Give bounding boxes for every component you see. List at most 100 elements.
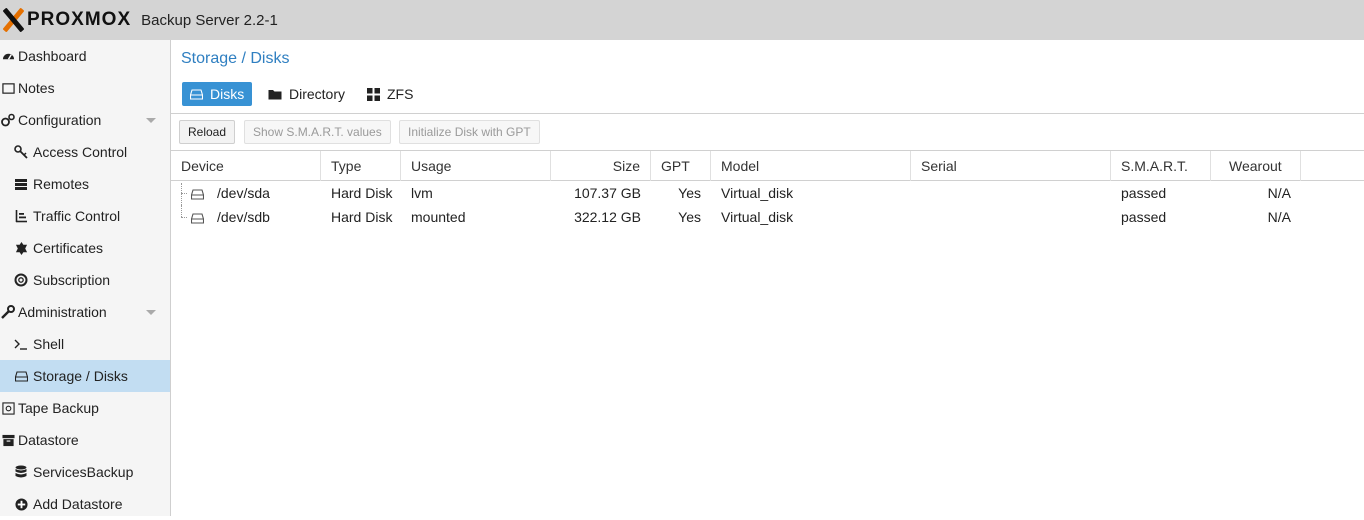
cell-device: /dev/sdb xyxy=(217,209,270,225)
tape-icon xyxy=(1,401,15,415)
tree-connector xyxy=(181,183,182,205)
table-row[interactable]: /dev/sdb Hard Disk mounted 322.12 GB Yes… xyxy=(171,205,1364,229)
tab-label: Directory xyxy=(289,86,346,102)
wrench-icon xyxy=(1,305,15,319)
sidebar-item-label: Shell xyxy=(33,336,65,352)
column-header-serial[interactable]: Serial xyxy=(911,151,1111,181)
sidebar: Dashboard Notes Configuration Access Con… xyxy=(0,40,171,516)
sidebar-item-label: Storage / Disks xyxy=(33,368,128,384)
column-header-wearout[interactable]: Wearout xyxy=(1211,151,1301,181)
chart-icon xyxy=(14,209,28,223)
app-header: PROXMOX Backup Server 2.2-1 xyxy=(0,0,1364,40)
sidebar-item-dashboard[interactable]: Dashboard xyxy=(0,40,170,72)
tab-disks[interactable]: Disks xyxy=(182,82,253,106)
tab-label: ZFS xyxy=(387,86,414,102)
column-header-model[interactable]: Model xyxy=(711,151,911,181)
column-header-usage[interactable]: Usage xyxy=(401,151,551,181)
sidebar-item-label: Configuration xyxy=(18,112,102,128)
cell-smart: passed xyxy=(1121,209,1167,225)
cell-model: Virtual_disk xyxy=(721,209,794,225)
cell-gpt: Yes xyxy=(678,185,701,201)
sidebar-item-notes[interactable]: Notes xyxy=(0,72,170,104)
sidebar-item-storage-disks[interactable]: Storage / Disks xyxy=(0,360,170,392)
column-header-gpt[interactable]: GPT xyxy=(651,151,711,181)
cell-usage: lvm xyxy=(411,185,433,201)
hdd-icon xyxy=(190,211,205,227)
sidebar-item-label: Datastore xyxy=(18,432,79,448)
sidebar-item-label: Dashboard xyxy=(18,48,87,64)
sidebar-item-certificates[interactable]: Certificates xyxy=(0,232,170,264)
chevron-down-icon[interactable] xyxy=(146,310,156,315)
sidebar-item-label: Remotes xyxy=(33,176,90,192)
sidebar-item-label: Notes xyxy=(18,80,55,96)
cell-wearout: N/A xyxy=(1267,185,1291,201)
proxmox-logo[interactable]: PROXMOX xyxy=(0,0,131,40)
column-header-device[interactable]: Device xyxy=(171,151,321,181)
key-icon xyxy=(14,145,28,159)
cell-smart: passed xyxy=(1121,185,1167,201)
sidebar-item-label: Certificates xyxy=(33,240,104,256)
cell-model: Virtual_disk xyxy=(721,185,794,201)
th-large-icon xyxy=(367,87,380,101)
sidebar-item-servicesbackup[interactable]: ServicesBackup xyxy=(0,456,170,488)
dashboard-icon xyxy=(1,49,15,63)
archive-icon xyxy=(1,433,15,447)
terminal-icon xyxy=(14,337,28,351)
tree-connector xyxy=(181,205,182,217)
initialize-disk-gpt-button[interactable]: Initialize Disk with GPT xyxy=(399,120,540,144)
reload-button[interactable]: Reload xyxy=(179,120,235,144)
folder-icon xyxy=(268,89,282,100)
sidebar-item-label: Traffic Control xyxy=(33,208,121,224)
cell-serial xyxy=(911,181,1111,205)
main-panel: Storage / Disks Disks Directory ZFS Relo… xyxy=(171,40,1364,516)
tab-directory[interactable]: Directory xyxy=(260,82,353,106)
column-header-size[interactable]: Size xyxy=(551,151,651,181)
database-icon xyxy=(14,465,28,479)
gears-icon xyxy=(1,113,15,127)
sidebar-item-shell[interactable]: Shell xyxy=(0,328,170,360)
plus-circle-icon xyxy=(14,497,28,511)
sidebar-item-label: Subscription xyxy=(33,272,111,288)
cell-serial xyxy=(911,205,1111,229)
hdd-icon xyxy=(190,187,205,203)
sidebar-item-subscription[interactable]: Subscription xyxy=(0,264,170,296)
certificate-icon xyxy=(14,241,28,255)
breadcrumb: Storage / Disks xyxy=(181,50,290,67)
sidebar-item-administration[interactable]: Administration xyxy=(0,296,170,328)
toolbar: Reload Show S.M.A.R.T. values Initialize… xyxy=(171,115,1364,151)
cell-size: 107.37 GB xyxy=(574,185,641,201)
hdd-icon xyxy=(190,88,203,100)
support-icon xyxy=(14,273,28,287)
sidebar-item-remotes[interactable]: Remotes xyxy=(0,168,170,200)
chevron-down-icon[interactable] xyxy=(146,118,156,123)
sidebar-item-tape-backup[interactable]: Tape Backup xyxy=(0,392,170,424)
tree-connector xyxy=(181,193,187,194)
sidebar-item-configuration[interactable]: Configuration xyxy=(0,104,170,136)
sidebar-item-label: Tape Backup xyxy=(18,400,99,416)
sidebar-item-traffic-control[interactable]: Traffic Control xyxy=(0,200,170,232)
tab-label: Disks xyxy=(210,86,245,102)
cell-usage: mounted xyxy=(411,209,466,225)
sidebar-item-add-datastore[interactable]: Add Datastore xyxy=(0,488,170,520)
sidebar-item-label: Administration xyxy=(18,304,107,320)
app-title: Backup Server 2.2-1 xyxy=(141,11,278,29)
proxmox-x-icon xyxy=(0,7,26,33)
server-icon xyxy=(14,177,28,191)
column-header-smart[interactable]: S.M.A.R.T. xyxy=(1111,151,1211,181)
tab-zfs[interactable]: ZFS xyxy=(359,82,421,106)
show-smart-values-button[interactable]: Show S.M.A.R.T. values xyxy=(244,120,391,144)
sidebar-item-access-control[interactable]: Access Control xyxy=(0,136,170,168)
tree-connector xyxy=(181,217,187,218)
cell-type: Hard Disk xyxy=(331,209,393,225)
sidebar-item-datastore[interactable]: Datastore xyxy=(0,424,170,456)
sidebar-item-label: Access Control xyxy=(33,144,128,160)
tab-bar: Disks Directory ZFS xyxy=(171,80,1364,114)
table-row[interactable]: /dev/sda Hard Disk lvm 107.37 GB Yes Vir… xyxy=(171,181,1364,205)
cell-device: /dev/sda xyxy=(217,185,270,201)
notes-icon xyxy=(1,81,15,95)
hdd-icon xyxy=(14,369,28,383)
logo-text: PROXMOX xyxy=(27,9,132,30)
column-header-type[interactable]: Type xyxy=(321,151,401,181)
cell-gpt: Yes xyxy=(678,209,701,225)
grid-header: Device Type Usage Size GPT Model Serial … xyxy=(171,151,1364,181)
